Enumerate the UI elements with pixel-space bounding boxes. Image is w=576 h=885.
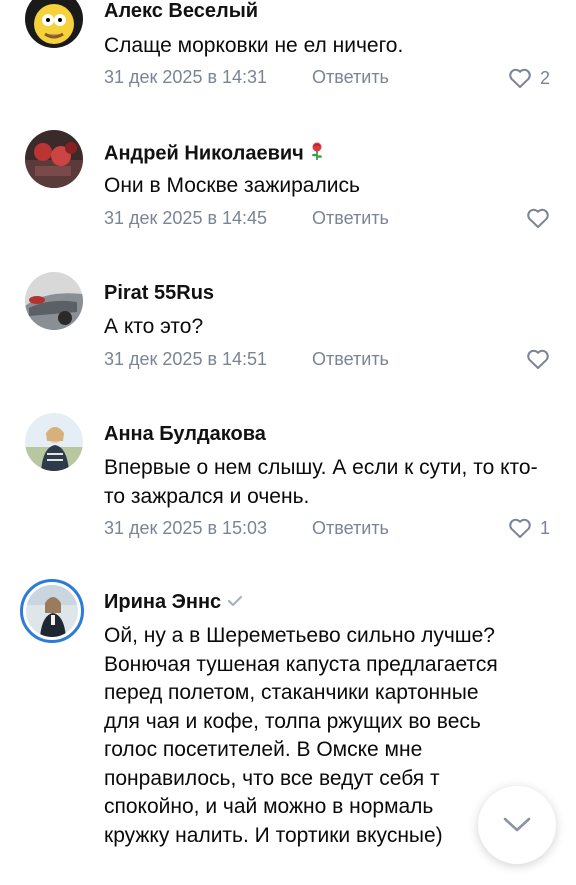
heart-icon [509, 68, 531, 88]
avatar-photo [26, 585, 78, 637]
avatar[interactable] [25, 130, 83, 188]
heart-icon [527, 349, 549, 369]
avatar[interactable] [20, 579, 84, 643]
comment-text: Они в Москве зажирались [104, 174, 360, 197]
reply-button[interactable]: Ответить [312, 518, 389, 539]
comment-text: Ой, ну а в Шереметьево сильно лучше? Вон… [104, 624, 498, 847]
author-name[interactable]: Ирина Эннс [104, 591, 221, 613]
comment-author[interactable]: Алекс Веселый [104, 0, 258, 23]
heart-icon [509, 518, 531, 538]
like-count: 1 [540, 517, 551, 538]
reply-button[interactable]: Ответить [312, 349, 389, 370]
comment-date: 31 дек 2025 в 14:45 [104, 208, 268, 228]
rose-emoji-icon [310, 141, 324, 167]
reply-button[interactable]: Ответить [312, 208, 389, 229]
scroll-down-button[interactable] [478, 786, 556, 864]
comment-date: 31 дек 2025 в 14:51 [104, 349, 268, 369]
avatar[interactable] [25, 413, 83, 471]
comment-date: 31 дек 2025 в 15:03 [104, 518, 268, 538]
comment-text: А кто это? [104, 315, 204, 338]
comment-author[interactable]: Ирина Эннс [104, 591, 243, 614]
comment-author[interactable]: Андрей Николаевич [104, 141, 324, 167]
like-button[interactable] [526, 206, 550, 230]
like-button[interactable]: 2 [508, 66, 550, 90]
verified-check-icon [227, 591, 243, 614]
comment-author[interactable]: Анна Булдакова [104, 423, 266, 446]
comment-date: 31 дек 2025 в 14:31 [104, 67, 268, 87]
heart-icon [527, 208, 549, 228]
chevron-down-icon [503, 817, 531, 832]
avatar[interactable] [25, 272, 83, 330]
like-count: 2 [540, 67, 551, 88]
reply-button[interactable]: Ответить [312, 67, 389, 88]
comment-text: Слаще морковки не ел ничего. [104, 34, 404, 57]
like-button[interactable]: 1 [508, 516, 550, 540]
avatar[interactable] [25, 0, 83, 48]
comment-author[interactable]: Pirat 55Rus [104, 282, 214, 305]
author-name[interactable]: Андрей Николаевич [104, 142, 304, 164]
comment-text: Впервые о нем слышу. А если к сути, то к… [104, 456, 538, 508]
like-button[interactable] [526, 347, 550, 371]
